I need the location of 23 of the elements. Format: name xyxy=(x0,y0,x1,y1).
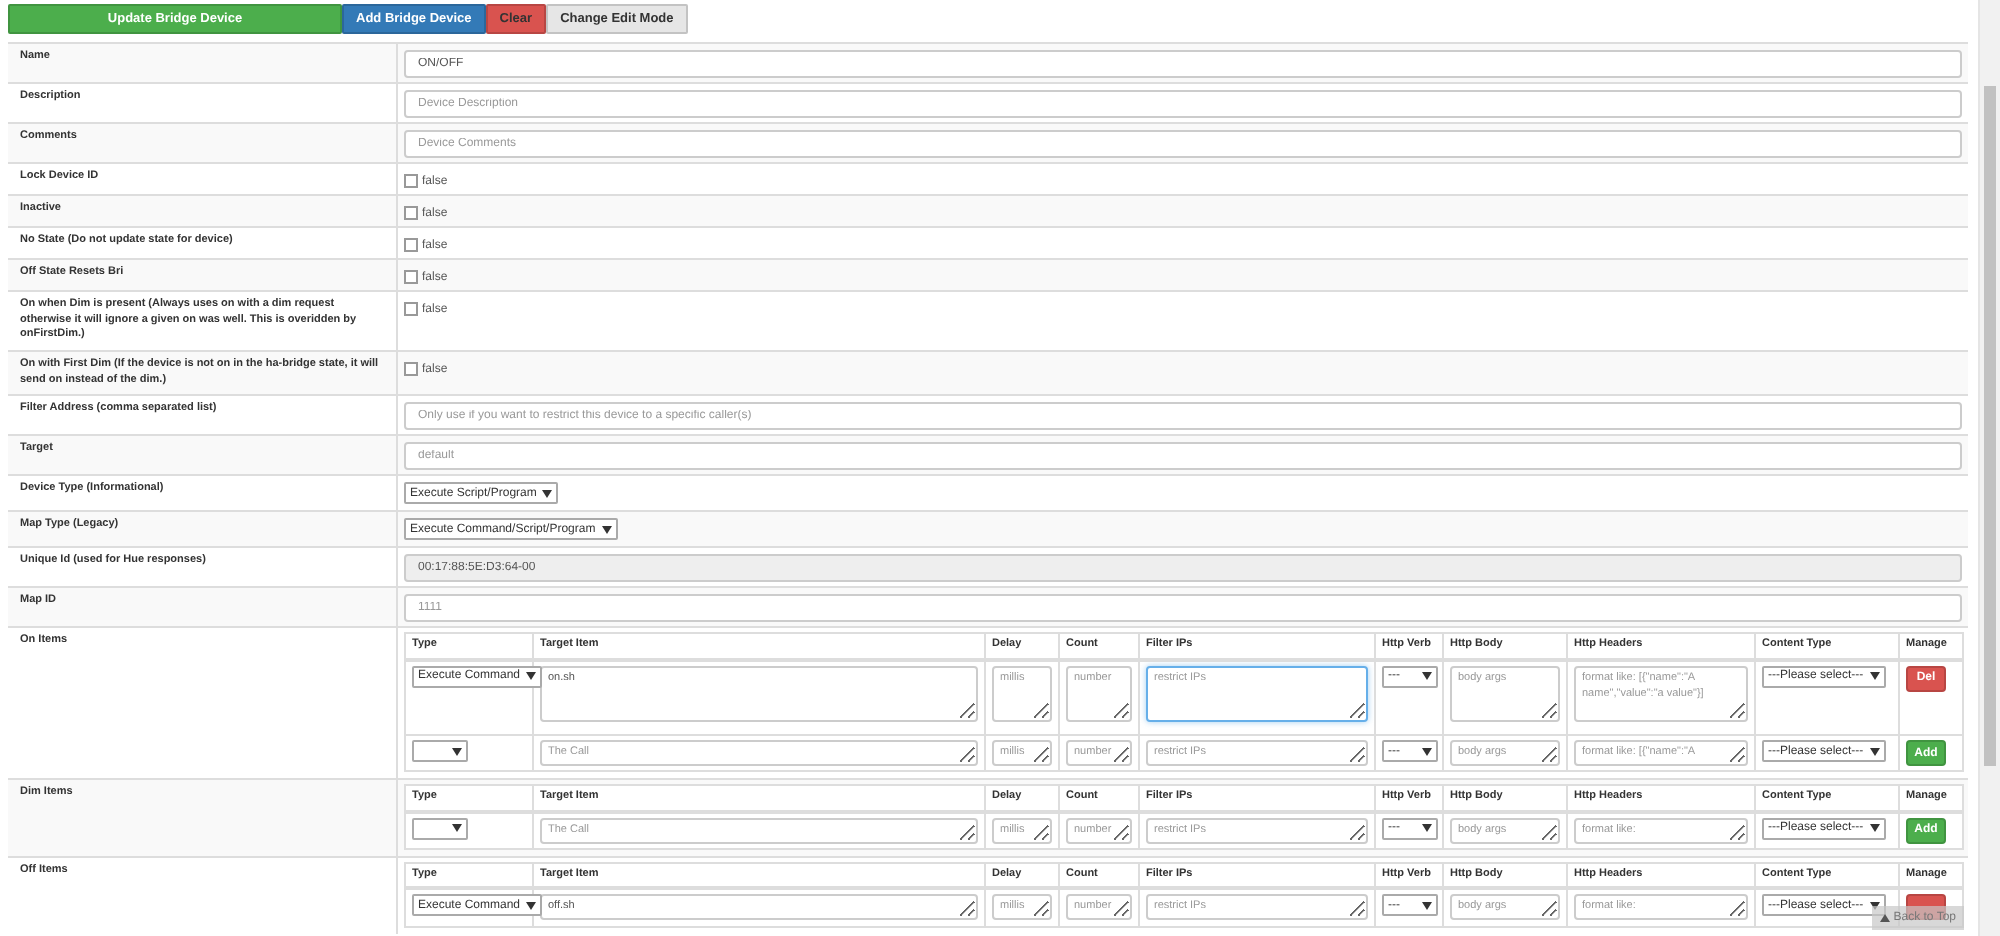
checkbox[interactable] xyxy=(404,206,418,220)
select-field[interactable] xyxy=(412,817,468,840)
caret-icon xyxy=(1422,901,1432,910)
caret-icon xyxy=(452,824,462,833)
caret-icon xyxy=(1422,747,1432,756)
checkbox[interactable] xyxy=(404,174,418,188)
caret-icon xyxy=(601,525,612,534)
caret-icon xyxy=(542,489,553,498)
checkbox[interactable] xyxy=(404,270,418,284)
up-caret-icon xyxy=(1879,914,1890,922)
scrollbar[interactable] xyxy=(1978,0,2000,936)
caret-icon xyxy=(526,901,537,910)
caret-icon xyxy=(452,747,462,756)
caret-icon xyxy=(1869,747,1880,756)
select-field[interactable] xyxy=(412,740,468,763)
caret-icon xyxy=(1422,672,1432,681)
checkbox[interactable] xyxy=(404,302,418,316)
caret-icon xyxy=(1422,824,1432,833)
checkbox[interactable] xyxy=(404,362,418,377)
caret-icon xyxy=(526,672,537,681)
caret-icon xyxy=(1869,672,1880,681)
caret-icon xyxy=(1869,824,1880,833)
checkbox[interactable] xyxy=(404,238,418,252)
